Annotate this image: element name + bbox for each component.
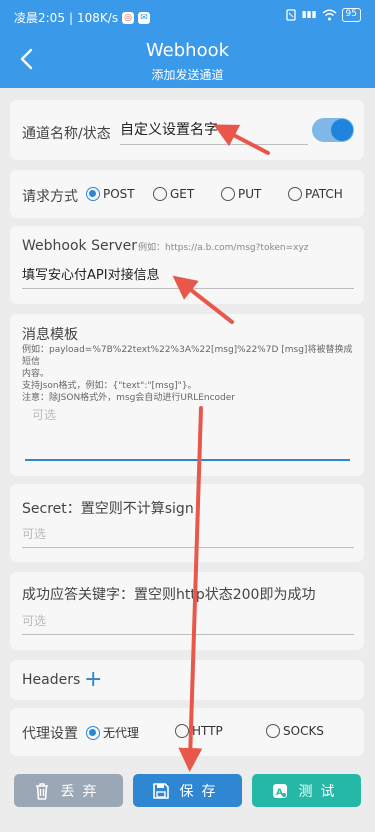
save-button[interactable]: 保存: [133, 774, 242, 807]
radio-post-label: POST: [103, 187, 135, 201]
sim-slot-icon: [286, 9, 296, 21]
template-hint-line-4: 注意：除JSON格式外，msg会自动进行URLEncoder: [22, 393, 236, 403]
radio-patch[interactable]: PATCH: [288, 187, 343, 201]
channel-card: 通道名称/状态 自定义设置名字: [10, 100, 364, 160]
status-left: 凌晨2:05 | 108K/s ◎ ✉: [14, 9, 151, 26]
radio-no-proxy-label: 无代理: [103, 726, 140, 740]
template-input[interactable]: 可选: [32, 406, 56, 423]
battery-icon: 95: [341, 8, 361, 22]
status-time: 凌晨2:05: [14, 11, 65, 25]
add-header-icon[interactable]: +: [84, 669, 102, 691]
template-hint-line-1: 例如：payload=%7B%22text%22%3A%22[msg]%22%7…: [22, 345, 353, 367]
save-disk-icon: [152, 782, 169, 799]
success-keyword-input[interactable]: 可选: [22, 612, 46, 629]
headers-label: Headers: [22, 672, 81, 688]
radio-get[interactable]: GET: [153, 187, 194, 201]
test-icon: A: [272, 783, 289, 798]
secret-card: Secret：置空则不计算sign 可选: [10, 484, 364, 562]
server-card: Webhook Server 例如：https://a.b.com/msg?to…: [10, 226, 364, 304]
success-keyword-underline: [22, 634, 354, 635]
discard-button[interactable]: 丢弃: [14, 774, 123, 807]
request-method-card: 请求方式 POST GET PUT PATCH: [10, 170, 364, 218]
trash-icon: [35, 782, 48, 800]
template-underline-active: [25, 459, 350, 461]
status-bar: 凌晨2:05 | 108K/s ◎ ✉ ▮▮▮ 95: [0, 0, 375, 30]
radio-put-label: PUT: [238, 187, 262, 201]
notification-app-icon: ◎: [122, 11, 135, 24]
test-button[interactable]: A 测试: [252, 774, 361, 807]
server-example: 例如：https://a.b.com/msg?token=xyz: [138, 243, 309, 253]
request-method-label: 请求方式: [22, 189, 78, 205]
radio-put-indicator[interactable]: [221, 187, 235, 201]
template-hint: 例如：payload=%7B%22text%22%3A%22[msg]%22%7…: [22, 344, 357, 404]
status-separator: |: [68, 10, 73, 25]
discard-label: 丢弃: [60, 783, 105, 800]
status-right: ▮▮▮ 95: [285, 8, 361, 22]
radio-patch-label: PATCH: [305, 187, 343, 201]
notification-message-icon: ✉: [138, 11, 151, 24]
channel-status-toggle[interactable]: [312, 118, 354, 142]
radio-no-proxy[interactable]: 无代理: [86, 724, 139, 741]
save-label: 保存: [179, 783, 224, 800]
radio-socks-indicator[interactable]: [266, 724, 280, 738]
template-card: 消息模板 例如：payload=%7B%22text%22%3A%22[msg]…: [10, 314, 364, 476]
proxy-label: 代理设置: [22, 726, 78, 742]
channel-name-underline: [120, 144, 308, 145]
radio-http-label: HTTP: [192, 724, 223, 738]
headers-card: Headers +: [10, 660, 364, 700]
secret-underline: [22, 547, 354, 548]
radio-get-label: GET: [170, 187, 195, 201]
template-label: 消息模板: [22, 327, 78, 343]
success-keyword-card: 成功应答关键字：置空则http状态200即为成功 可选: [10, 572, 364, 650]
proxy-card: 代理设置 无代理 HTTP SOCKS: [10, 708, 364, 756]
channel-name-input[interactable]: 自定义设置名字: [120, 119, 218, 139]
secret-input[interactable]: 可选: [22, 525, 46, 542]
page-title: Webhook: [145, 40, 230, 61]
radio-http-indicator[interactable]: [175, 724, 189, 738]
app-header: 凌晨2:05 | 108K/s ◎ ✉ ▮▮▮ 95 Webhook 添加发送通…: [0, 0, 375, 88]
radio-get-indicator[interactable]: [153, 187, 167, 201]
toggle-knob: [331, 119, 353, 141]
radio-no-proxy-indicator[interactable]: [86, 725, 100, 740]
channel-label: 通道名称/状态: [22, 126, 111, 142]
radio-post[interactable]: POST: [86, 187, 135, 201]
radio-post-indicator[interactable]: [86, 187, 100, 201]
success-keyword-label: 成功应答关键字：置空则http状态200即为成功: [22, 587, 316, 603]
template-hint-line-3: 支持Json格式，例如：{"text":"[msg]"}。: [22, 381, 197, 391]
template-hint-line-2: 内容。: [22, 369, 50, 379]
radio-socks-label: SOCKS: [283, 724, 324, 738]
server-underline: [22, 288, 354, 289]
radio-http[interactable]: HTTP: [175, 724, 223, 738]
page-subtitle: 添加发送通道: [151, 68, 224, 82]
signal-icon: ▮▮▮: [301, 10, 317, 20]
svg-text:A: A: [276, 788, 289, 798]
radio-patch-indicator[interactable]: [288, 187, 302, 201]
server-label: Webhook Server: [22, 238, 137, 254]
wifi-icon: [322, 9, 336, 21]
radio-socks[interactable]: SOCKS: [266, 724, 324, 738]
test-label: 测试: [298, 783, 343, 800]
server-url-input[interactable]: 填写安心付API对接信息: [22, 264, 160, 283]
radio-put[interactable]: PUT: [221, 187, 261, 201]
secret-label: Secret：置空则不计算sign: [22, 501, 194, 517]
status-speed: 108K/s: [77, 10, 119, 25]
